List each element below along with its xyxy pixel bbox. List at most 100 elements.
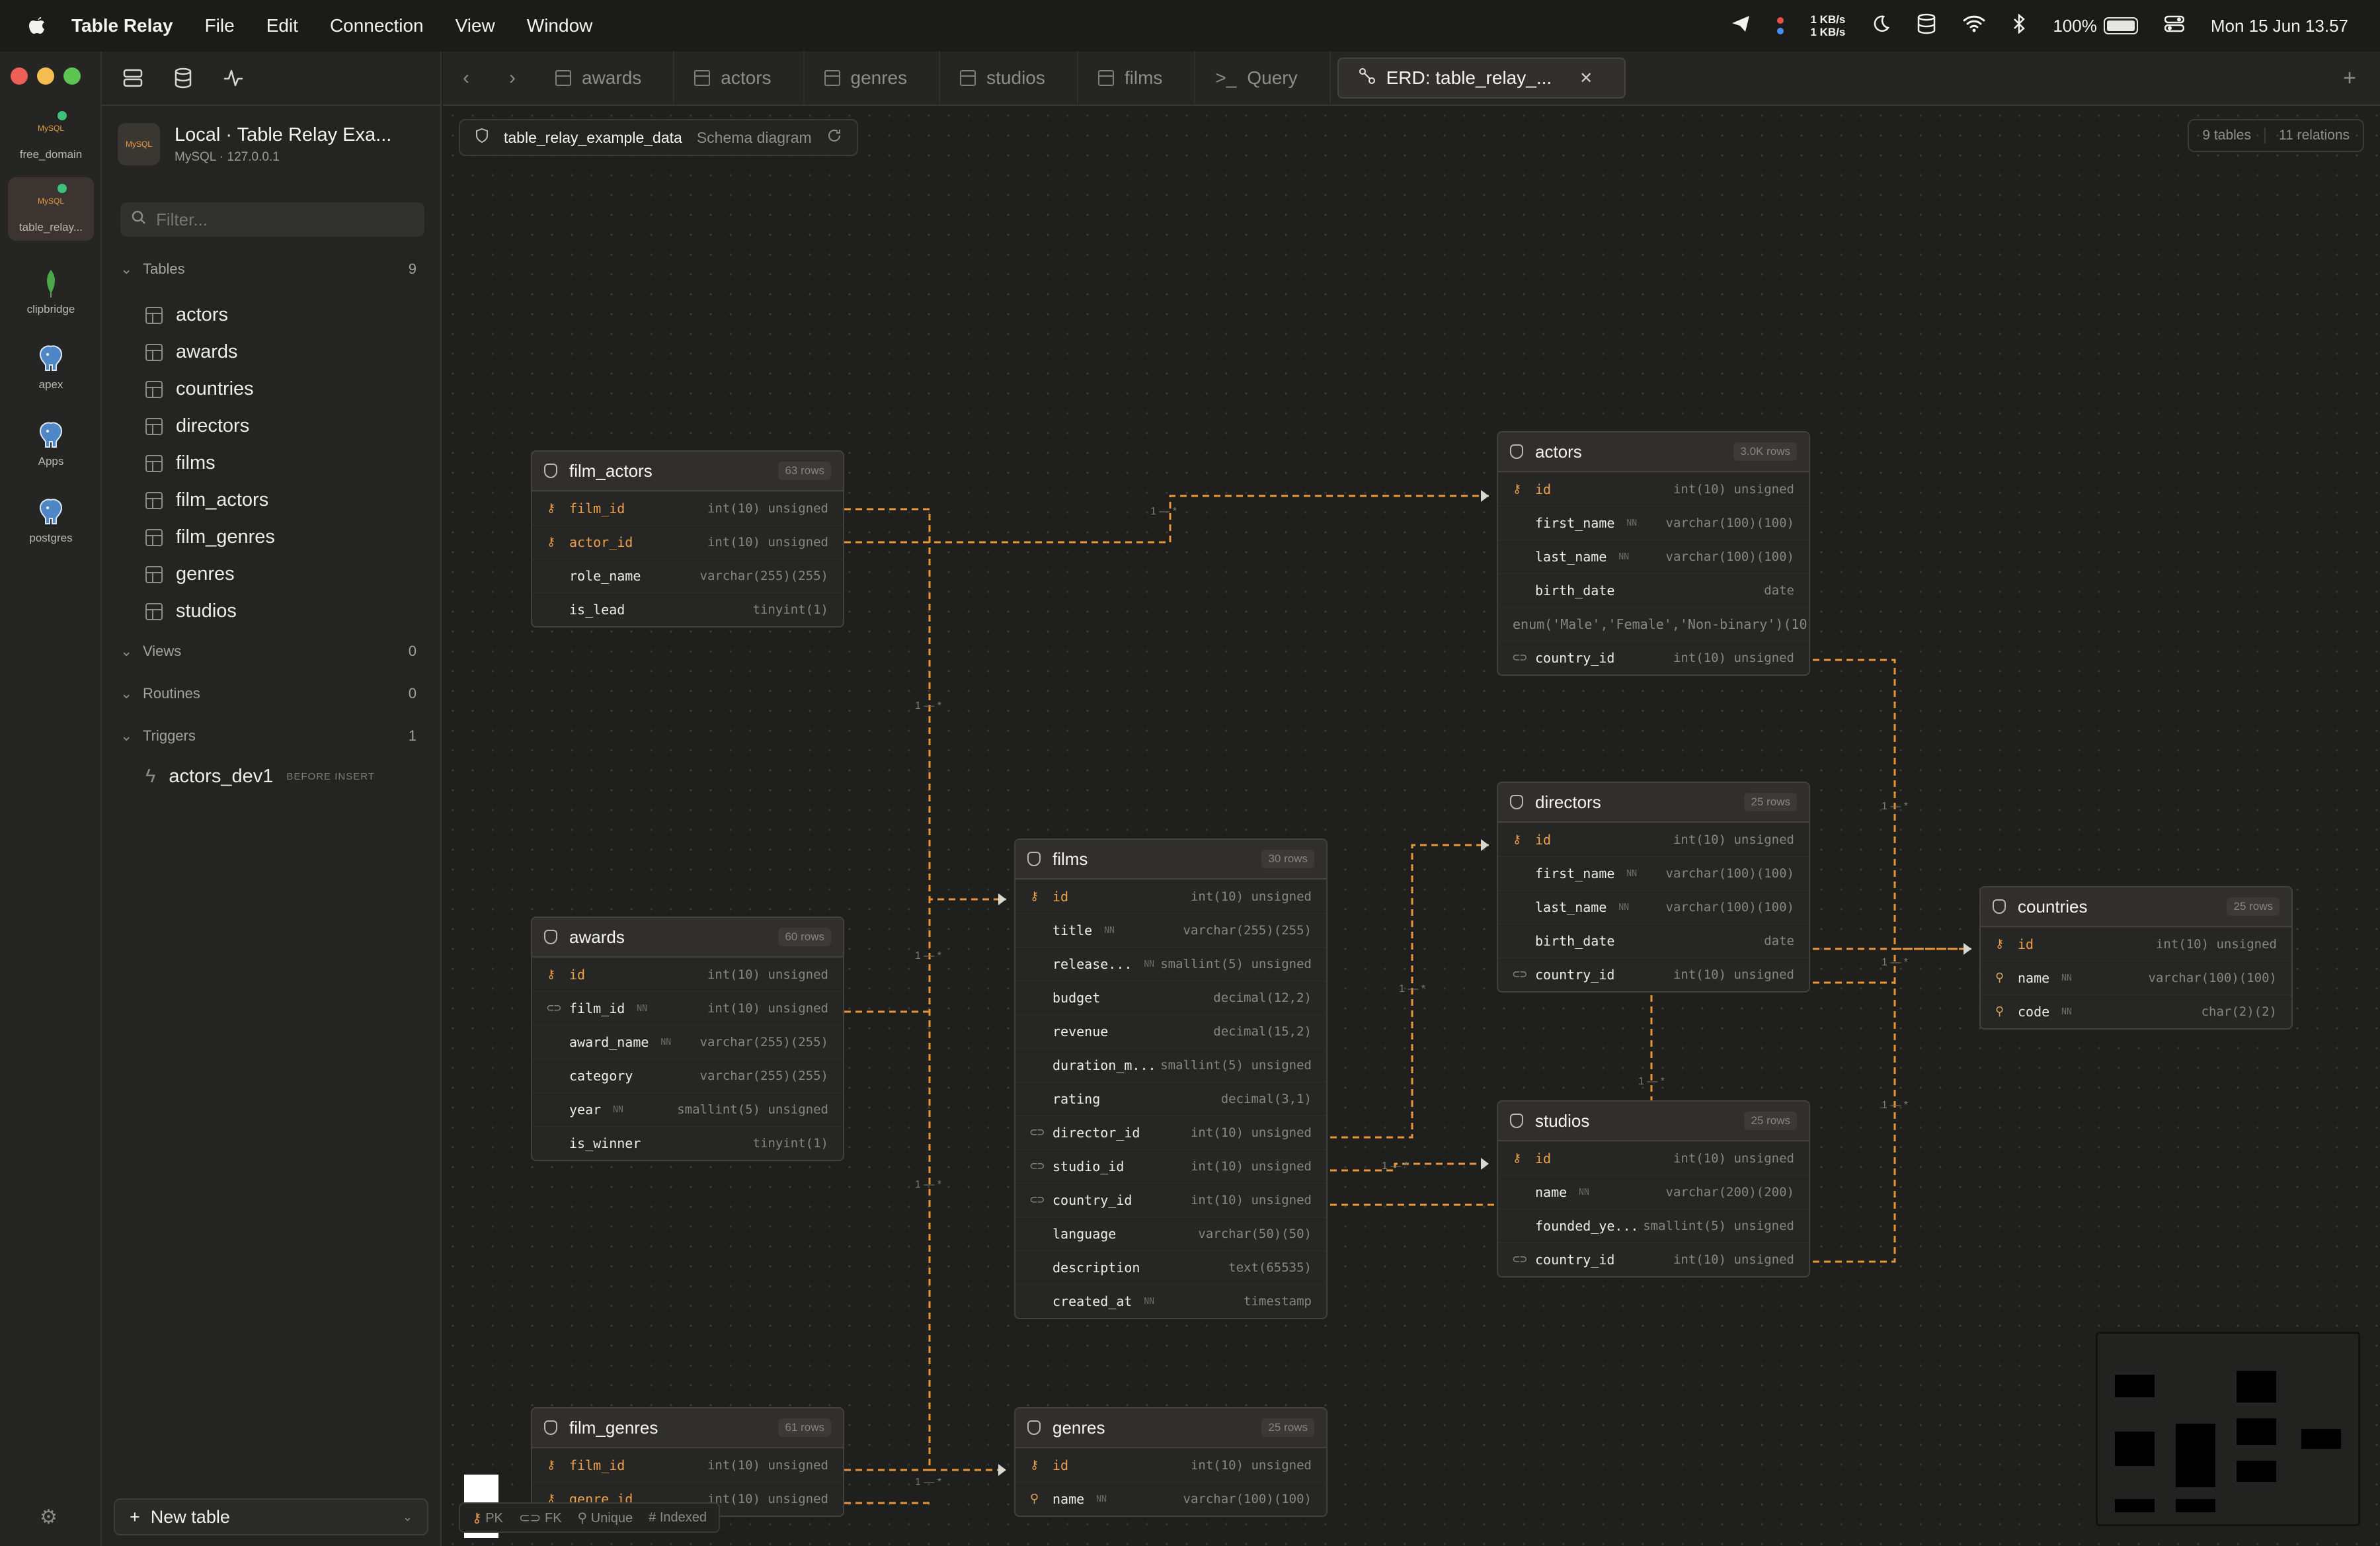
column-row[interactable]: ⚷ id int(10) unsigned [1015, 1448, 1326, 1482]
column-row[interactable]: ⊂⊃ director_id int(10) unsigned [1015, 1116, 1326, 1149]
triggers-section-header[interactable]: ⌄ Triggers 1 [120, 727, 424, 745]
close-window-button[interactable] [11, 67, 28, 85]
menu-connection[interactable]: Connection [330, 15, 424, 36]
column-row[interactable]: enum('Male','Female','Non-binary')(10 [1498, 607, 1809, 641]
erd-table-actors[interactable]: actors 3.0K rows ⚷ id int(10) unsigned firs… [1497, 431, 1810, 676]
column-row[interactable]: founded_ye... smallint(5) unsigned [1498, 1209, 1809, 1242]
column-row[interactable]: ⚲ name NN varchar(100)(100) [1015, 1482, 1326, 1516]
erd-canvas[interactable]: 1 — * 1 — * 1 — * 1 — * 1 — * 1 — * 1 — * 1 — *… [443, 106, 2380, 1546]
column-row[interactable]: ⚷ id int(10) unsigned [1498, 472, 1809, 506]
column-row[interactable]: ⊂⊃ country_id int(10) unsigned [1498, 1242, 1809, 1276]
close-icon[interactable]: ✕ [1579, 69, 1593, 88]
sidebar-item-genres[interactable]: genres [145, 563, 235, 585]
connection-apex[interactable]: apex [0, 343, 102, 391]
sidebar-item-film-genres[interactable]: film_genres [145, 526, 275, 548]
column-row[interactable]: ⚷ id int(10) unsigned [1015, 879, 1326, 913]
column-row[interactable]: ⚲ name NN varchar(100)(100) [1981, 961, 2291, 995]
erd-table-genres[interactable]: genres 25 rows ⚷ id int(10) unsigned ⚲ name N… [1014, 1407, 1328, 1517]
tab-erd[interactable]: ERD: table_relay_... ✕ [1337, 58, 1626, 99]
menu-edit[interactable]: Edit [266, 15, 298, 36]
column-row[interactable]: ⚷ id int(10) unsigned [1981, 927, 2291, 961]
column-row[interactable]: ⚷ film_id int(10) unsigned [532, 491, 843, 525]
column-row[interactable]: ⊂⊃ country_id int(10) unsigned [1015, 1183, 1326, 1217]
paper-plane-icon[interactable] [1731, 15, 1751, 38]
minimap[interactable] [2096, 1332, 2360, 1526]
connection-table-relay[interactable]: MySQL table_relay... [8, 177, 94, 241]
column-row[interactable]: ⚷ id int(10) unsigned [1498, 1141, 1809, 1175]
trigger-item[interactable]: ϟ actors_dev1 BEFORE INSERT [145, 766, 375, 788]
erd-table-film-genres[interactable]: film_genres 61 rows ⚷ film_id int(10) unsig… [531, 1407, 844, 1517]
sidebar-item-films[interactable]: films [145, 452, 216, 474]
column-row[interactable]: first_name NN varchar(100)(100) [1498, 856, 1809, 890]
column-row[interactable]: release... NN smallint(5) unsigned [1015, 947, 1326, 981]
connection-free-domain[interactable]: MySQL free_domain [0, 111, 102, 161]
menu-file[interactable]: File [205, 15, 235, 36]
sidebar-item-actors[interactable]: actors [145, 304, 228, 326]
column-row[interactable]: award_name NN varchar(255)(255) [532, 1025, 843, 1059]
column-row[interactable]: birth_date date [1498, 924, 1809, 957]
tab-films[interactable]: films [1078, 51, 1196, 105]
tables-section-header[interactable]: ⌄ Tables 9 [120, 261, 424, 278]
back-arrow-icon[interactable]: ‹ [443, 67, 489, 89]
column-row[interactable]: duration_m... smallint(5) unsigned [1015, 1048, 1326, 1082]
column-row[interactable]: budget decimal(12,2) [1015, 981, 1326, 1014]
column-row[interactable]: ⚷ film_id int(10) unsigned [532, 1448, 843, 1482]
column-row[interactable]: created_at NN timestamp [1015, 1284, 1326, 1318]
menu-window[interactable]: Window [527, 15, 593, 36]
forward-arrow-icon[interactable]: › [489, 67, 536, 89]
moon-icon[interactable] [1872, 15, 1890, 38]
tab-query[interactable]: >_ Query [1195, 51, 1331, 105]
apple-icon[interactable] [26, 15, 49, 37]
sidebar-item-awards[interactable]: awards [145, 341, 238, 363]
sidebar-item-directors[interactable]: directors [145, 415, 249, 437]
erd-table-directors[interactable]: directors 25 rows ⚷ id int(10) unsigned fir… [1497, 782, 1810, 993]
activity-icon[interactable] [222, 67, 245, 89]
sidebar-item-film-actors[interactable]: film_actors [145, 489, 268, 511]
menu-app-name[interactable]: Table Relay [71, 15, 173, 36]
menu-view[interactable]: View [456, 15, 495, 36]
column-row[interactable]: title NN varchar(255)(255) [1015, 913, 1326, 947]
settings-gear-icon[interactable]: ⚙ [40, 1506, 58, 1529]
column-row[interactable]: ⊂⊃ studio_id int(10) unsigned [1015, 1149, 1326, 1183]
control-center-icon[interactable] [2164, 15, 2185, 37]
column-row[interactable]: ⚲ code NN char(2)(2) [1981, 995, 2291, 1028]
wifi-icon[interactable] [1963, 15, 1985, 37]
connection-postgres[interactable]: postgres [0, 496, 102, 545]
status-dots-icon[interactable] [1777, 17, 1784, 34]
erd-table-awards[interactable]: awards 60 rows ⚷ id int(10) unsigned ⊂⊃ film… [531, 916, 844, 1161]
database-icon[interactable] [172, 67, 194, 89]
tab-awards[interactable]: awards [536, 51, 675, 105]
column-row[interactable]: rating decimal(3,1) [1015, 1082, 1326, 1116]
column-row[interactable]: is_winner tinyint(1) [532, 1126, 843, 1160]
column-row[interactable]: role_name varchar(255)(255) [532, 559, 843, 592]
tab-actors[interactable]: actors [674, 51, 805, 105]
erd-table-studios[interactable]: studios 25 rows ⚷ id int(10) unsigned name N… [1497, 1100, 1810, 1278]
battery-indicator[interactable]: 100% [2053, 16, 2138, 36]
chevron-down-icon[interactable]: ⌄ [403, 1510, 413, 1524]
column-row[interactable]: last_name NN varchar(100)(100) [1498, 540, 1809, 573]
views-section-header[interactable]: ⌄ Views 0 [120, 643, 424, 660]
minimize-window-button[interactable] [37, 67, 54, 85]
server-icon[interactable] [122, 67, 144, 89]
new-table-button[interactable]: + New table ⌄ [114, 1498, 428, 1535]
tab-genres[interactable]: genres [805, 51, 941, 105]
column-row[interactable]: first_name NN varchar(100)(100) [1498, 506, 1809, 540]
column-row[interactable]: category varchar(255)(255) [532, 1059, 843, 1092]
column-row[interactable]: ⊂⊃ country_id int(10) unsigned [1498, 957, 1809, 991]
erd-table-film-actors[interactable]: film_actors 63 rows ⚷ film_id int(10) unsig… [531, 450, 844, 628]
erd-table-films[interactable]: films 30 rows ⚷ id int(10) unsigned title NN… [1014, 838, 1328, 1319]
zoom-window-button[interactable] [63, 67, 81, 85]
add-tab-button[interactable]: + [2343, 65, 2356, 91]
routines-section-header[interactable]: ⌄ Routines 0 [120, 685, 424, 702]
column-row[interactable]: is_lead tinyint(1) [532, 592, 843, 626]
erd-table-countries[interactable]: countries 25 rows ⚷ id int(10) unsigned ⚲ na… [1979, 886, 2293, 1030]
column-row[interactable]: ⚷ id int(10) unsigned [1498, 823, 1809, 856]
column-row[interactable]: ⊂⊃ film_id NN int(10) unsigned [532, 991, 843, 1025]
sidebar-item-studios[interactable]: studios [145, 600, 237, 622]
bluetooth-icon[interactable] [2012, 13, 2026, 38]
column-row[interactable]: last_name NN varchar(100)(100) [1498, 890, 1809, 924]
column-row[interactable]: year NN smallint(5) unsigned [532, 1092, 843, 1126]
connection-apps[interactable]: Apps [0, 419, 102, 468]
column-row[interactable]: name NN varchar(200)(200) [1498, 1175, 1809, 1209]
column-row[interactable]: ⚷ actor_id int(10) unsigned [532, 525, 843, 559]
